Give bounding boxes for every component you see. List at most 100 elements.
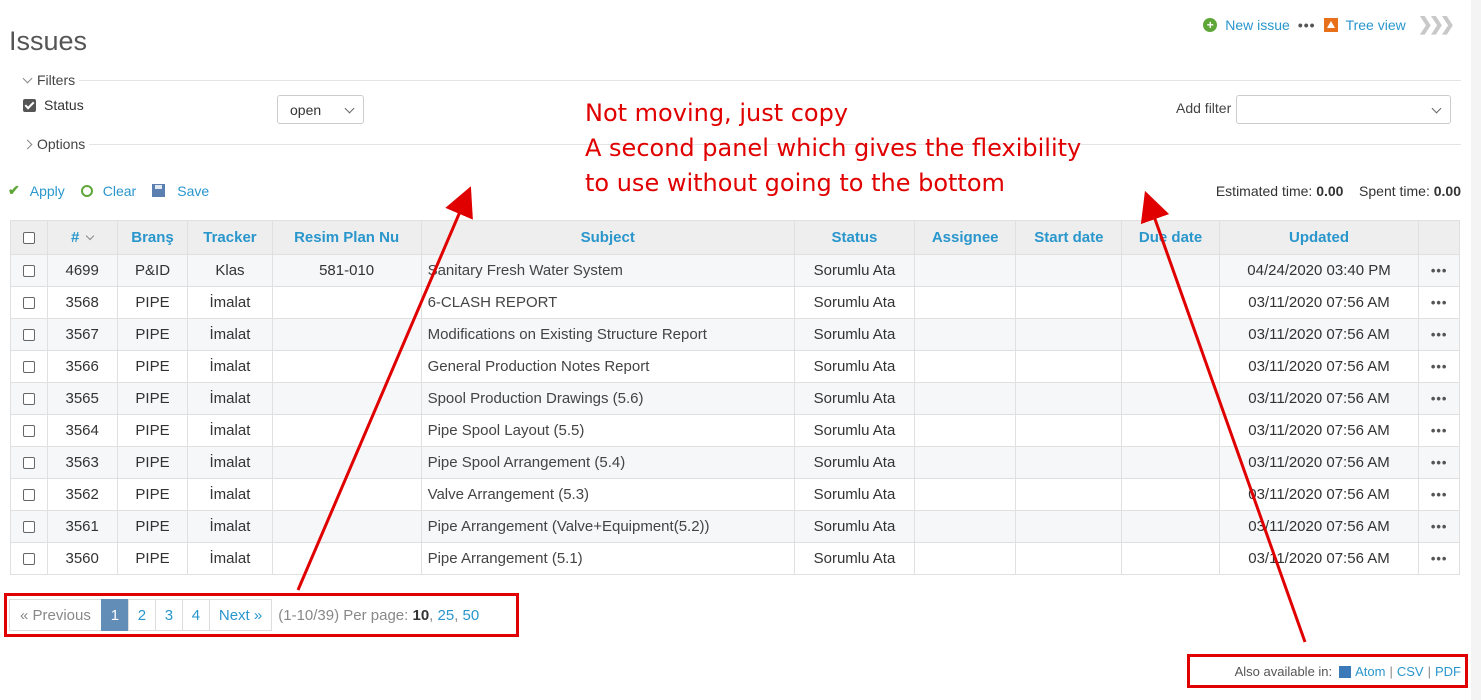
issue-status-cell: Sorumlu Ata [793, 382, 916, 415]
filters-toggle[interactable]: Filters [8, 72, 80, 88]
issue-subject-cell[interactable]: Pipe Spool Arrangement (5.4) [420, 446, 795, 479]
issue-start-date-cell [1015, 350, 1123, 383]
annotation-line-1: Not moving, just copy [585, 99, 849, 127]
row-checkbox[interactable] [22, 489, 35, 502]
row-checkbox[interactable] [22, 329, 35, 342]
issue-subject-cell[interactable]: 6-CLASH REPORT [420, 286, 795, 319]
issue-assignee-cell [914, 414, 1017, 447]
issue-status-cell: Sorumlu Ata [793, 510, 916, 543]
issue-id-cell[interactable]: 3560 [46, 542, 118, 575]
column-header-id[interactable]: # [46, 220, 118, 255]
column-header-updated[interactable]: Updated [1218, 220, 1420, 255]
table-row[interactable]: 3561 PIPE İmalat Pipe Arrangement (Valve+Eq… [10, 510, 1460, 543]
row-checkbox[interactable] [22, 361, 35, 374]
issue-id-cell[interactable]: 3562 [46, 478, 118, 511]
issue-start-date-cell [1015, 382, 1123, 415]
table-row[interactable]: 3564 PIPE İmalat Pipe Spool Layout (5.5) Sor… [10, 414, 1460, 447]
row-actions-button[interactable]: ••• [1431, 455, 1448, 470]
status-operator-select[interactable]: open [277, 95, 364, 124]
table-row[interactable]: 3560 PIPE İmalat Pipe Arrangement (5.1) Soru… [10, 542, 1460, 575]
table-row[interactable]: 3566 PIPE İmalat General Production Notes R… [10, 350, 1460, 383]
tree-view-link[interactable]: Tree view [1346, 17, 1406, 33]
row-select-cell [10, 254, 48, 287]
issue-start-date-cell [1015, 510, 1123, 543]
apply-button[interactable]: Apply [30, 183, 65, 199]
column-header-start-date[interactable]: Start date [1015, 220, 1123, 255]
row-actions-button[interactable]: ••• [1431, 391, 1448, 406]
table-row[interactable]: 3568 PIPE İmalat 6-CLASH REPORT Sorumlu Ata 0… [10, 286, 1460, 319]
issue-id-cell[interactable]: 3561 [46, 510, 118, 543]
table-row[interactable]: 3563 PIPE İmalat Pipe Spool Arrangement (5.… [10, 446, 1460, 479]
column-header-subject[interactable]: Subject [420, 220, 795, 255]
row-checkbox[interactable] [22, 521, 35, 534]
options-toggle[interactable]: Options [8, 136, 90, 152]
sort-desc-icon [86, 231, 95, 241]
row-checkbox[interactable] [22, 265, 35, 278]
issue-brans-cell: PIPE [116, 286, 189, 319]
issue-id-cell[interactable]: 3563 [46, 446, 118, 479]
column-header-due-date[interactable]: Due date [1121, 220, 1220, 255]
issue-id-cell[interactable]: 3567 [46, 318, 118, 351]
row-actions-button[interactable]: ••• [1431, 551, 1448, 566]
issue-updated-cell: 03/11/2020 07:56 AM [1218, 510, 1420, 543]
issue-id-cell[interactable]: 3566 [46, 350, 118, 383]
row-actions-button[interactable]: ••• [1431, 295, 1448, 310]
row-select-cell [10, 446, 48, 479]
select-all-checkbox[interactable] [22, 232, 35, 245]
issue-id-cell[interactable]: 3565 [46, 382, 118, 415]
chevrons-icon[interactable]: ❯❯❯ [1418, 14, 1455, 35]
issue-subject-cell[interactable]: Spool Production Drawings (5.6) [420, 382, 795, 415]
issue-updated-cell: 03/11/2020 07:56 AM [1218, 318, 1420, 351]
more-actions-button[interactable]: ••• [1298, 17, 1316, 33]
row-checkbox[interactable] [22, 393, 35, 406]
issue-subject-cell[interactable]: Pipe Spool Layout (5.5) [420, 414, 795, 447]
issue-subject-cell[interactable]: General Production Notes Report [420, 350, 795, 383]
issue-id-cell[interactable]: 3564 [46, 414, 118, 447]
issue-subject-cell[interactable]: Modifications on Existing Structure Repo… [420, 318, 795, 351]
issue-due-date-cell [1121, 478, 1220, 511]
table-row[interactable]: 3567 PIPE İmalat Modifications on Existing … [10, 318, 1460, 351]
row-checkbox[interactable] [22, 553, 35, 566]
vertical-scrollbar[interactable] [1471, 0, 1481, 700]
status-filter-checkbox[interactable] [23, 98, 36, 112]
save-button[interactable]: Save [177, 183, 209, 199]
row-actions-button[interactable]: ••• [1431, 423, 1448, 438]
row-actions-cell: ••• [1418, 510, 1460, 543]
row-checkbox[interactable] [22, 457, 35, 470]
column-header-brans[interactable]: Branş [116, 220, 189, 255]
column-header-status[interactable]: Status [793, 220, 916, 255]
chevron-down-icon [344, 103, 355, 114]
row-actions-button[interactable]: ••• [1431, 519, 1448, 534]
issue-updated-cell: 03/11/2020 07:56 AM [1218, 414, 1420, 447]
column-header-tracker[interactable]: Tracker [187, 220, 273, 255]
add-filter-select[interactable] [1236, 95, 1451, 124]
issue-subject-cell[interactable]: Pipe Arrangement (5.1) [420, 542, 795, 575]
issue-updated-cell: 03/11/2020 07:56 AM [1218, 542, 1420, 575]
issue-subject-cell[interactable]: Pipe Arrangement (Valve+Equipment(5.2)) [420, 510, 795, 543]
column-header-assignee[interactable]: Assignee [914, 220, 1017, 255]
table-row[interactable]: 3565 PIPE İmalat Spool Production Drawings … [10, 382, 1460, 415]
row-actions-button[interactable]: ••• [1431, 359, 1448, 374]
row-actions-cell: ••• [1418, 542, 1460, 575]
new-issue-link[interactable]: New issue [1225, 17, 1290, 33]
row-actions-cell: ••• [1418, 414, 1460, 447]
annotation-box-formats [1187, 654, 1468, 688]
table-row[interactable]: 4699 P&ID Klas 581-010 Sanitary Fresh Water … [10, 254, 1460, 287]
row-actions-button[interactable]: ••• [1431, 263, 1448, 278]
issue-id-cell[interactable]: 4699 [46, 254, 118, 287]
row-actions-button[interactable]: ••• [1431, 487, 1448, 502]
issue-subject-cell[interactable]: Sanitary Fresh Water System [420, 254, 795, 287]
column-header-resim-plan-nu[interactable]: Resim Plan Nu [271, 220, 422, 255]
table-row[interactable]: 3562 PIPE İmalat Valve Arrangement (5.3) Sor… [10, 478, 1460, 511]
issue-status-cell: Sorumlu Ata [793, 350, 916, 383]
save-icon [152, 184, 166, 197]
row-actions-cell: ••• [1418, 318, 1460, 351]
row-actions-button[interactable]: ••• [1431, 327, 1448, 342]
issue-due-date-cell [1121, 350, 1220, 383]
issue-id-cell[interactable]: 3568 [46, 286, 118, 319]
row-checkbox[interactable] [22, 297, 35, 310]
chevron-down-icon [22, 73, 33, 83]
clear-button[interactable]: Clear [103, 183, 136, 199]
issue-subject-cell[interactable]: Valve Arrangement (5.3) [420, 478, 795, 511]
row-checkbox[interactable] [22, 425, 35, 438]
